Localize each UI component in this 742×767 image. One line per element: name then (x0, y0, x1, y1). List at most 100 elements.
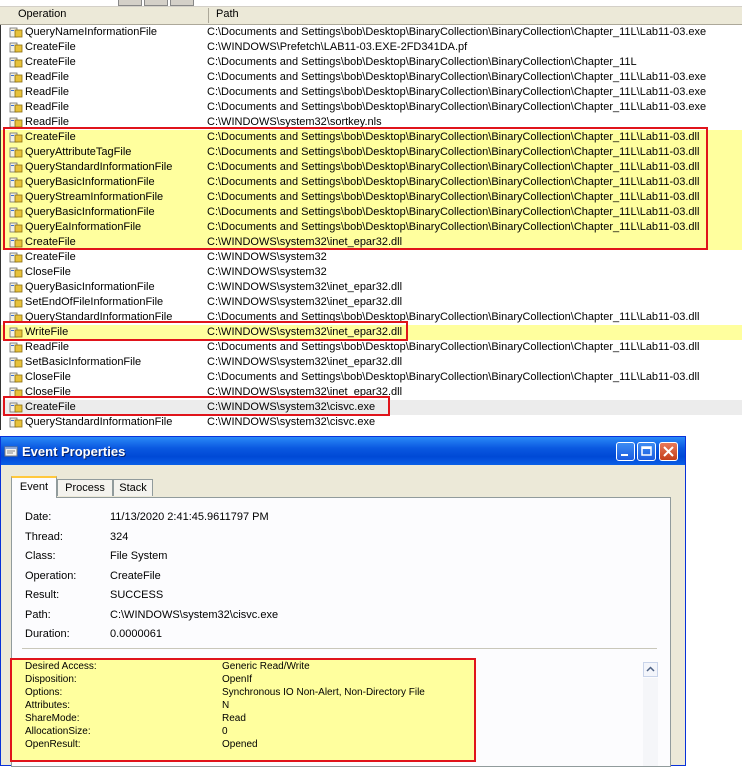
row-gutter (0, 385, 4, 400)
detail-label: Attributes: (25, 700, 71, 711)
table-row[interactable]: ReadFile C:\Documents and Settings\bob\De… (0, 340, 742, 355)
detail-value: Synchronous IO Non-Alert, Non-Directory … (222, 687, 425, 698)
table-row[interactable]: CreateFile C:\WINDOWS\Prefetch\LAB11-03.E… (0, 40, 742, 55)
detail-value: OpenIf (222, 674, 253, 685)
table-row[interactable]: ReadFile C:\WINDOWS\system32\sortkey.nls (0, 115, 742, 130)
row-gutter (0, 355, 4, 370)
field-value: SUCCESS (110, 589, 164, 601)
operation-cell: QueryNameInformationFile (25, 26, 158, 38)
file-system-icon (9, 297, 23, 308)
file-system-icon (9, 342, 23, 353)
file-system-icon (9, 312, 23, 323)
path-cell: C:\Documents and Settings\bob\Desktop\Bi… (207, 26, 707, 38)
file-system-icon (9, 387, 23, 398)
chevron-up-icon (646, 666, 655, 672)
row-gutter (0, 400, 4, 415)
table-row[interactable]: QueryNameInformationFile C:\Documents and… (0, 25, 742, 40)
table-row[interactable]: CreateFile C:\Documents and Settings\bob\… (0, 130, 742, 145)
tab-stack[interactable]: Stack (113, 479, 153, 496)
table-row[interactable]: QueryStandardInformationFile C:\Documents… (0, 160, 742, 175)
table-row[interactable]: CreateFile C:\WINDOWS\system32 (0, 250, 742, 265)
operation-cell: QueryStandardInformationFile (25, 161, 173, 173)
table-row[interactable]: CloseFile C:\WINDOWS\system32\inet_epar32… (0, 385, 742, 400)
table-row[interactable]: QueryBasicInformationFile C:\Documents an… (0, 175, 742, 190)
row-gutter (0, 295, 4, 310)
detail-box: Desired Access: Generic Read/Write Disposi… (10, 658, 476, 762)
table-row[interactable]: SetBasicInformationFile C:\WINDOWS\system… (0, 355, 742, 370)
tab-event[interactable]: Event (11, 476, 57, 498)
table-row[interactable]: CloseFile C:\Documents and Settings\bob\D… (0, 370, 742, 385)
column-separator[interactable] (208, 8, 209, 23)
file-system-icon (9, 132, 23, 143)
path-cell: C:\Documents and Settings\bob\Desktop\Bi… (207, 221, 700, 233)
row-gutter (0, 190, 4, 205)
row-gutter (0, 280, 4, 295)
table-row[interactable]: CreateFile C:\WINDOWS\system32\cisvc.exe (0, 400, 742, 415)
table-row[interactable]: QueryBasicInformationFile C:\Documents an… (0, 205, 742, 220)
operation-cell: ReadFile (25, 116, 70, 128)
path-cell: C:\WINDOWS\system32 (207, 251, 327, 263)
detail-value: Opened (222, 739, 258, 750)
operation-cell: ReadFile (25, 71, 70, 83)
field-label: Thread: (25, 530, 63, 543)
table-row[interactable]: QueryBasicInformationFile C:\WINDOWS\syst… (0, 280, 742, 295)
file-system-icon (9, 102, 23, 113)
field-value: 324 (110, 530, 129, 543)
path-cell: C:\WINDOWS\system32\inet_epar32.dll (207, 281, 403, 293)
row-gutter (0, 370, 4, 385)
detail-value: Generic Read/Write (222, 661, 310, 672)
file-system-icon (9, 27, 23, 38)
scroll-up-button[interactable] (643, 662, 658, 677)
path-cell: C:\WINDOWS\system32\inet_epar32.dll (207, 236, 403, 248)
path-cell: C:\Documents and Settings\bob\Desktop\Bi… (207, 86, 707, 98)
table-row[interactable]: QueryStandardInformationFile C:\Documents… (0, 310, 742, 325)
minimize-icon (621, 454, 628, 456)
column-operation[interactable]: Operation (18, 8, 66, 20)
file-system-icon (9, 237, 23, 248)
event-list: Operation Path QueryNameInformationFile C… (0, 0, 742, 440)
table-row[interactable]: CloseFile C:\WINDOWS\system32 (0, 265, 742, 280)
table-row[interactable]: SetEndOfFileInformationFile C:\WINDOWS\sy… (0, 295, 742, 310)
path-cell: C:\WINDOWS\system32\inet_epar32.dll (207, 356, 403, 368)
file-system-icon (9, 357, 23, 368)
path-cell: C:\Documents and Settings\bob\Desktop\Bi… (207, 71, 707, 83)
operation-cell: QueryAttributeTagFile (25, 146, 132, 158)
table-row[interactable]: ReadFile C:\Documents and Settings\bob\De… (0, 100, 742, 115)
maximize-button[interactable] (637, 442, 656, 461)
close-button[interactable] (659, 442, 678, 461)
row-gutter (0, 25, 4, 40)
minimize-button[interactable] (616, 442, 635, 461)
row-gutter (0, 160, 4, 175)
file-system-icon (9, 87, 23, 98)
path-cell: C:\WINDOWS\system32\inet_epar32.dll (207, 386, 403, 398)
column-path[interactable]: Path (216, 8, 239, 20)
table-row[interactable]: CreateFile C:\WINDOWS\system32\inet_epar3… (0, 235, 742, 250)
path-cell: C:\Documents and Settings\bob\Desktop\Bi… (207, 146, 700, 158)
operation-cell: QueryBasicInformationFile (25, 206, 155, 218)
table-row[interactable]: QueryStandardInformationFile C:\WINDOWS\s… (0, 415, 742, 430)
path-cell: C:\Documents and Settings\bob\Desktop\Bi… (207, 311, 700, 323)
path-cell: C:\Documents and Settings\bob\Desktop\Bi… (207, 56, 637, 68)
table-row[interactable]: CreateFile C:\Documents and Settings\bob\… (0, 55, 742, 70)
table-row[interactable]: QueryStreamInformationFile C:\Documents a… (0, 190, 742, 205)
row-gutter (0, 175, 4, 190)
operation-cell: QueryStreamInformationFile (25, 191, 164, 203)
tab-process[interactable]: Process (57, 479, 113, 496)
title-bar[interactable]: Event Properties (1, 437, 685, 465)
table-row[interactable]: QueryEaInformationFile C:\Documents and S… (0, 220, 742, 235)
row-gutter (0, 130, 4, 145)
file-system-icon (9, 402, 23, 413)
table-row[interactable]: ReadFile C:\Documents and Settings\bob\De… (0, 85, 742, 100)
table-row[interactable]: ReadFile C:\Documents and Settings\bob\De… (0, 70, 742, 85)
table-row[interactable]: WriteFile C:\WINDOWS\system32\inet_epar32… (0, 325, 742, 340)
row-gutter (0, 100, 4, 115)
table-row[interactable]: QueryAttributeTagFile C:\Documents and Se… (0, 145, 742, 160)
field-value: 0.0000061 (110, 628, 162, 640)
scrollbar-track[interactable] (643, 678, 658, 766)
file-system-icon (9, 282, 23, 293)
file-system-icon (9, 252, 23, 263)
window-icon (4, 446, 18, 457)
detail-label: AllocationSize: (25, 726, 91, 737)
row-gutter (0, 85, 4, 100)
row-gutter (0, 205, 4, 220)
